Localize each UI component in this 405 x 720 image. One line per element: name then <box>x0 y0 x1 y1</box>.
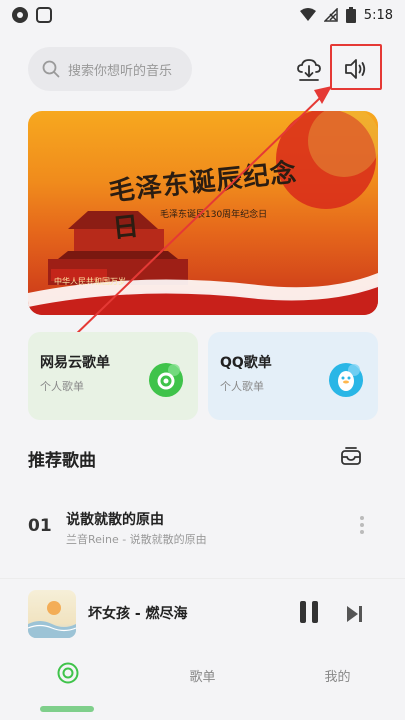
mini-player[interactable]: 坏女孩 - 燃尽海 <box>0 578 405 648</box>
album-cover[interactable] <box>28 590 76 638</box>
download-button[interactable] <box>296 57 322 83</box>
song-row[interactable]: 01 说散就散的原由 兰音Reine - 说散就散的原由 <box>28 505 378 551</box>
next-track-button[interactable] <box>344 604 364 624</box>
search-placeholder: 搜索你想听的音乐 <box>68 63 173 79</box>
wifi-icon <box>299 8 316 21</box>
home-disc-icon <box>57 662 78 684</box>
search-icon <box>42 60 60 78</box>
more-dot <box>360 523 364 527</box>
netease-playlist-card[interactable]: 网易云歌单 个人歌单 <box>28 332 198 420</box>
banner-subtitle: 毛泽东诞辰130周年纪念日 <box>160 210 268 220</box>
search-input[interactable]: 搜索你想听的音乐 <box>28 47 192 91</box>
nav-mine[interactable]: 我的 <box>270 666 405 685</box>
now-playing-title: 坏女孩 - 燃尽海 <box>88 606 188 622</box>
more-dot <box>360 530 364 534</box>
pause-bar <box>312 601 318 623</box>
recommend-section-title: 推荐歌曲 <box>28 451 96 471</box>
no-signal-icon <box>323 8 338 22</box>
skip-next-icon <box>347 606 362 622</box>
notification-app-icon <box>36 7 52 23</box>
cloud-download-icon <box>297 59 321 81</box>
status-left-icons <box>12 7 52 23</box>
song-artist: 兰音Reine - 说散就散的原由 <box>66 533 207 546</box>
nav-home[interactable] <box>0 662 135 688</box>
inbox-icon <box>341 447 361 465</box>
bottom-nav: 歌单 我的 <box>0 648 405 720</box>
status-bar: 5:18 <box>0 0 405 30</box>
nav-playlist[interactable]: 歌单 <box>135 666 270 685</box>
status-time: 5:18 <box>363 7 393 23</box>
qq-playlist-card[interactable]: QQ歌单 个人歌单 <box>208 332 378 420</box>
banner-ribbon-text: 中华人民共和国万岁 <box>54 277 126 286</box>
netease-logo-icon <box>148 362 184 402</box>
status-right-icons: 5:18 <box>299 7 393 23</box>
song-more-button[interactable] <box>358 513 366 541</box>
notification-circle-icon <box>12 7 28 23</box>
promo-banner[interactable]: 毛泽东诞辰纪念日 毛泽东诞辰130周年纪念日 中华人民共和国万岁 <box>28 111 378 315</box>
voice-button-highlight-box <box>330 44 382 90</box>
recommend-library-button[interactable] <box>340 446 362 472</box>
pause-button[interactable] <box>300 601 320 625</box>
song-index: 01 <box>28 516 52 536</box>
song-title: 说散就散的原由 <box>66 512 164 528</box>
nav-active-indicator <box>40 706 94 712</box>
more-dot <box>360 516 364 520</box>
pause-bar <box>300 601 306 623</box>
album-art <box>28 601 76 638</box>
qq-penguin-logo-icon <box>328 362 364 402</box>
battery-icon <box>345 7 356 23</box>
